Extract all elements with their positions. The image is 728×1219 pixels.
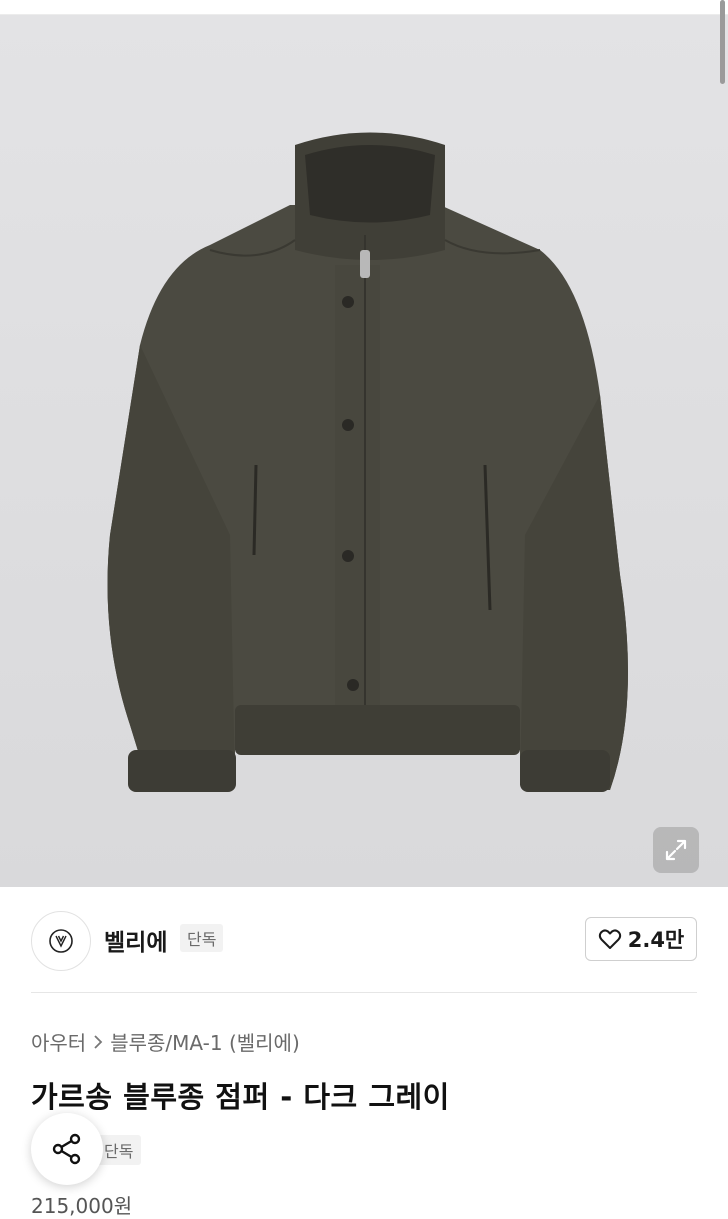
- divider: [31, 992, 697, 993]
- share-icon: [52, 1133, 81, 1165]
- product-image-area[interactable]: [0, 15, 728, 887]
- top-bar: [0, 0, 728, 15]
- chevron-right-icon: [94, 1034, 103, 1049]
- scrollbar[interactable]: [720, 0, 725, 84]
- brand-row: 벨리에 단독 2.4만: [0, 887, 728, 993]
- breadcrumb: 아우터 블루종/MA-1 (벨리에): [31, 1027, 300, 1056]
- brand-logo[interactable]: [31, 911, 91, 971]
- brand-name[interactable]: 벨리에: [104, 923, 167, 957]
- price: 215,000원: [31, 1194, 133, 1218]
- exclusive-badge: 단독: [180, 924, 224, 952]
- like-count: 2.4만: [627, 928, 685, 952]
- jacket-image: [107, 132, 628, 792]
- breadcrumb-item[interactable]: 아우터: [31, 1027, 86, 1056]
- like-button[interactable]: 2.4만: [585, 917, 697, 961]
- brand-logo-icon: [49, 929, 73, 953]
- share-button[interactable]: [31, 1113, 103, 1185]
- heart-icon: [598, 929, 621, 949]
- product-title: 가르송 블루종 점퍼 - 다크 그레이: [31, 1080, 450, 1114]
- expand-image-button[interactable]: [653, 827, 699, 873]
- breadcrumb-item[interactable]: 블루종/MA-1 (벨리에): [110, 1027, 300, 1056]
- expand-icon: [665, 839, 687, 861]
